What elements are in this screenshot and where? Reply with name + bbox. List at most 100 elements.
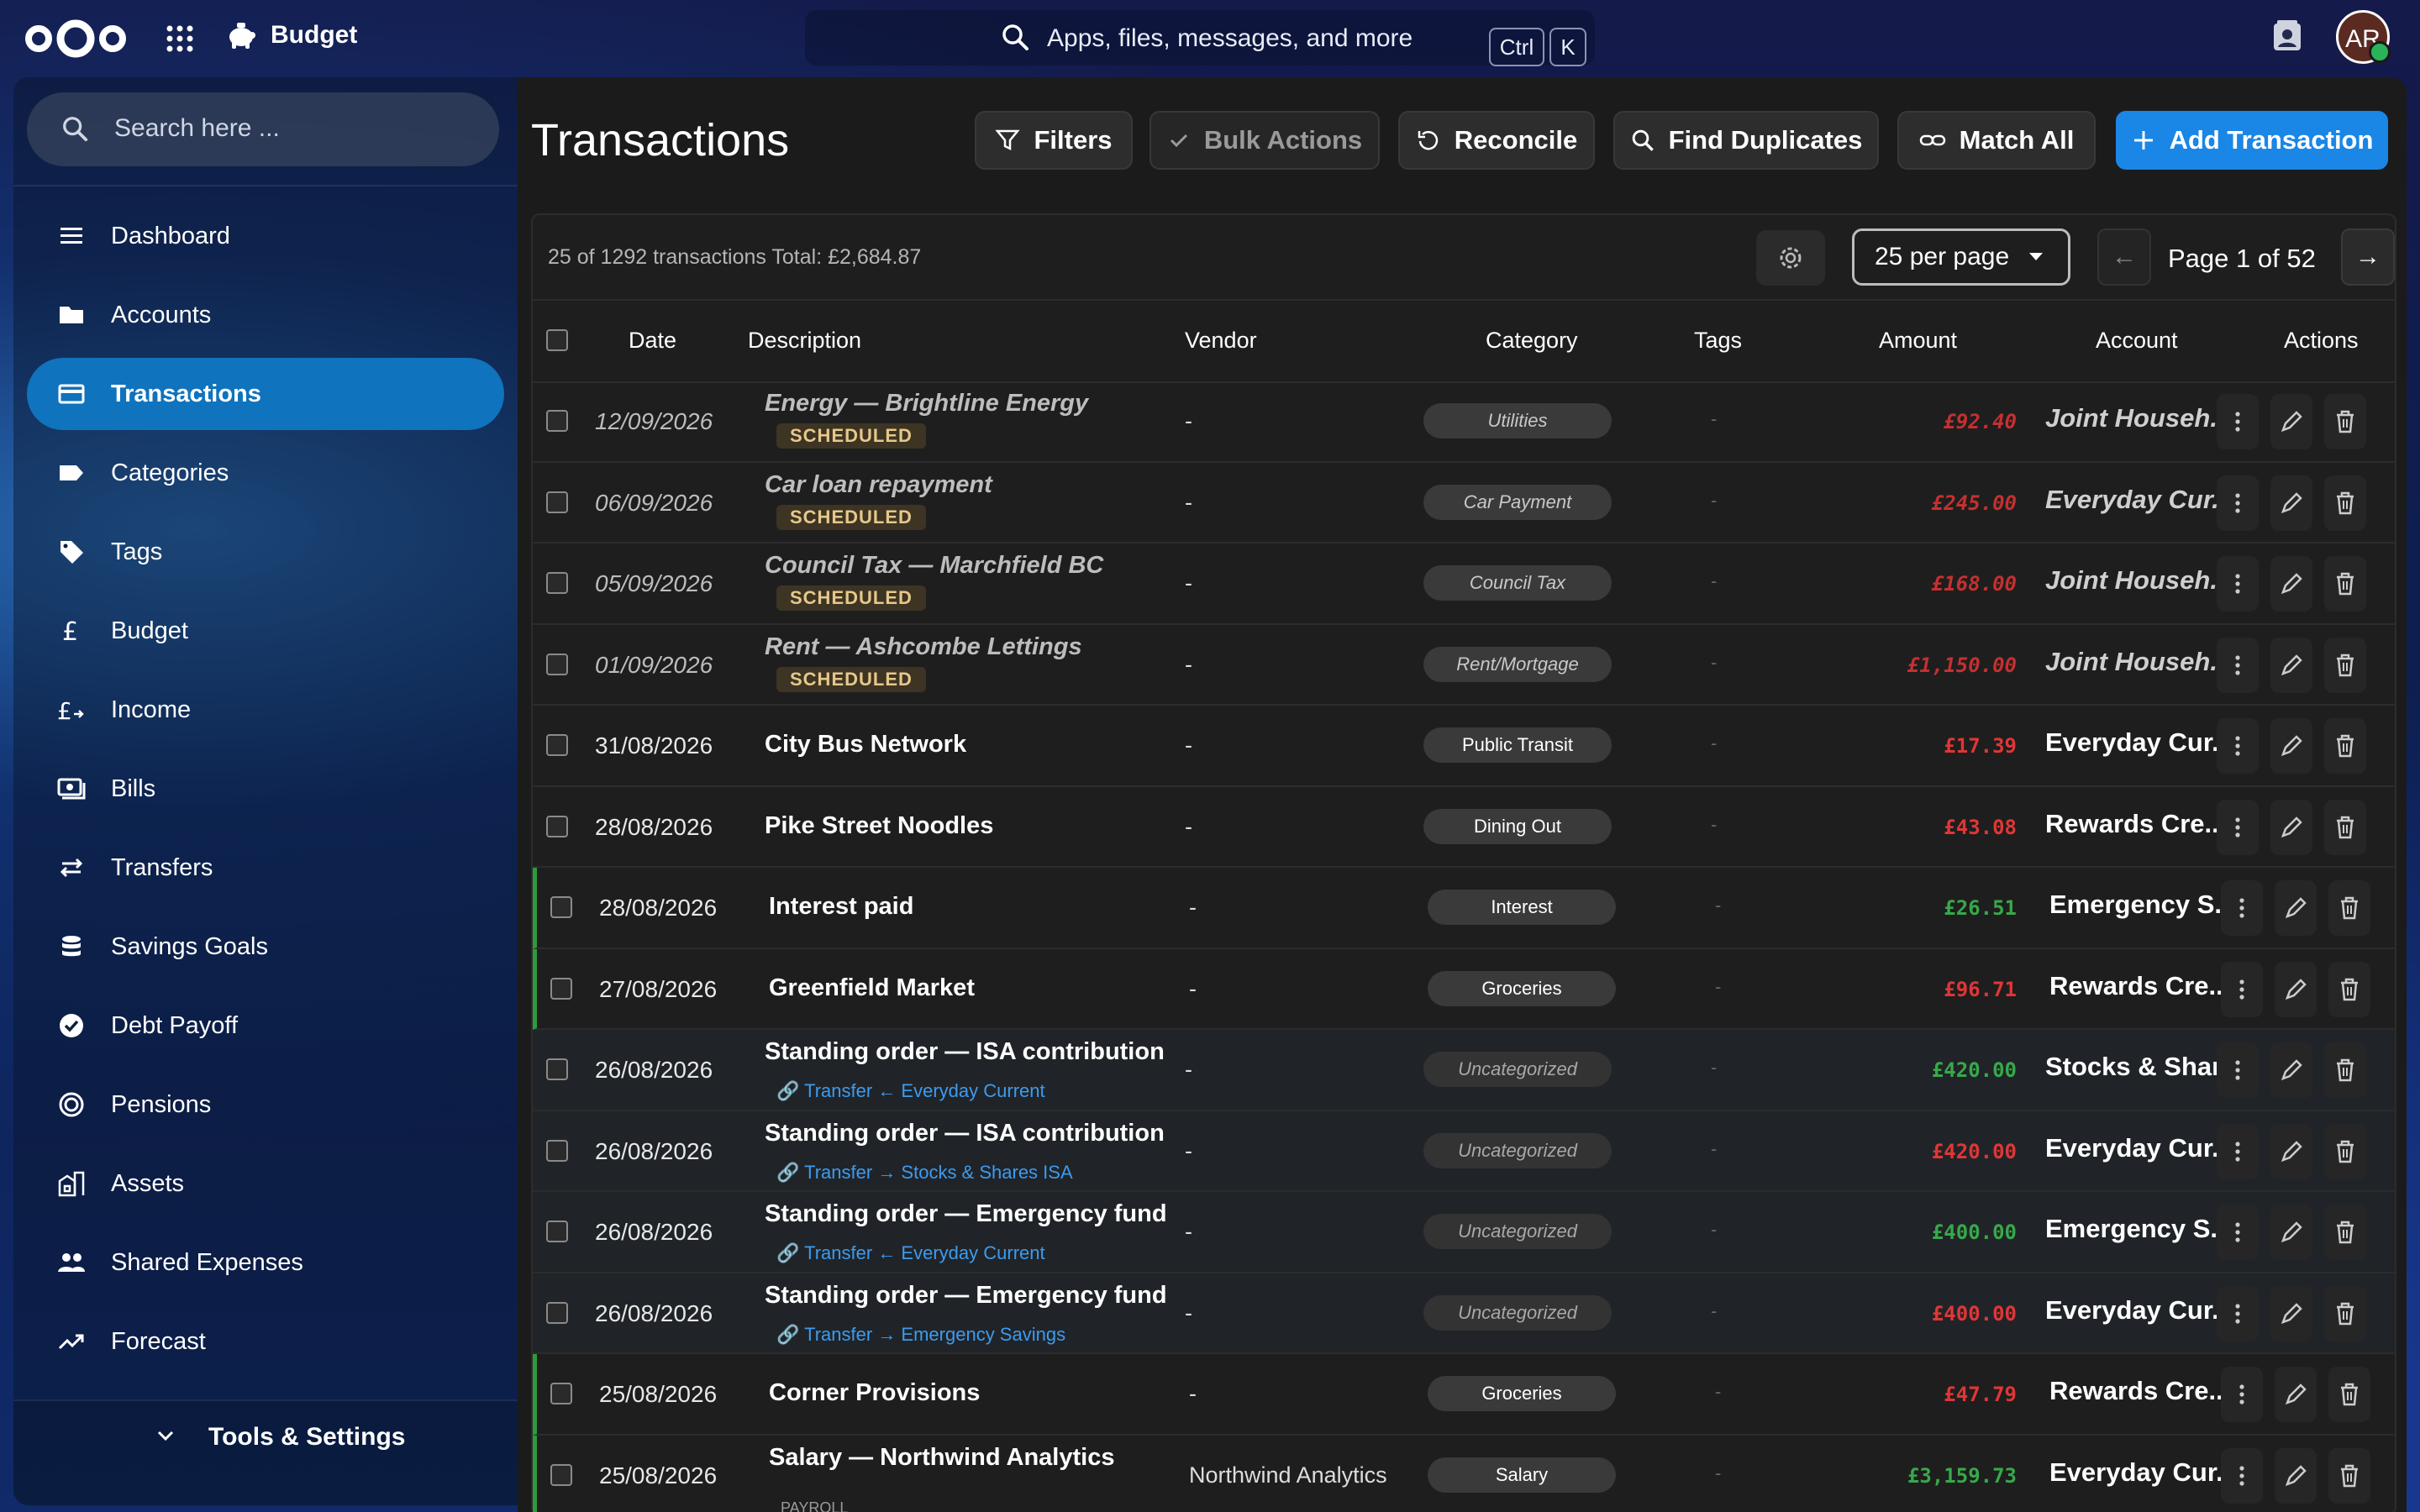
transfer-link[interactable]: 🔗 Transfer → Emergency Savings [776, 1324, 1065, 1346]
global-search-bar[interactable]: Apps, files, messages, and more Ctrl K [805, 10, 1595, 66]
edit-button[interactable] [2270, 637, 2312, 693]
table-row[interactable]: 25/08/2026 Corner Provisions - Groceries - £4… [533, 1354, 2395, 1436]
sidebar-item-budget[interactable]: £ Budget [27, 595, 504, 667]
edit-button[interactable] [2270, 799, 2312, 855]
more-options-button[interactable] [2221, 880, 2263, 936]
table-row[interactable]: 28/08/2026 Pike Street Noodles - Dining Out… [533, 787, 2395, 868]
edit-button[interactable] [2275, 961, 2317, 1017]
row-checkbox[interactable] [550, 896, 572, 918]
transfer-link[interactable]: 🔗 Transfer ← Everyday Current [776, 1080, 1045, 1102]
more-options-button[interactable] [2217, 556, 2259, 612]
row-description[interactable]: Standing order — Emergency fund [765, 1282, 1167, 1310]
category-pill[interactable]: Uncategorized [1423, 1132, 1612, 1168]
more-options-button[interactable] [2217, 718, 2259, 774]
table-row[interactable]: 01/09/2026 Rent — Ashcombe Lettings SCHEDU… [533, 625, 2395, 706]
table-row[interactable]: 26/08/2026 Standing order — Emergency fun… [533, 1192, 2395, 1273]
row-description[interactable]: Standing order — ISA contribution [765, 1120, 1165, 1147]
delete-button[interactable] [2328, 961, 2370, 1017]
category-pill[interactable]: Interest [1428, 890, 1616, 925]
row-checkbox[interactable] [546, 1221, 568, 1242]
edit-button[interactable] [2270, 394, 2312, 449]
column-vendor[interactable]: Vendor [1185, 328, 1257, 354]
row-checkbox[interactable] [546, 491, 568, 513]
app-title[interactable]: Budget [225, 20, 357, 50]
row-description[interactable]: Greenfield Market [769, 974, 975, 1002]
edit-button[interactable] [2270, 1285, 2312, 1341]
more-options-button[interactable] [2217, 394, 2259, 449]
column-tags[interactable]: Tags [1694, 328, 1742, 354]
delete-button[interactable] [2324, 799, 2366, 855]
delete-button[interactable] [2324, 1205, 2366, 1260]
edit-button[interactable] [2270, 718, 2312, 774]
user-avatar[interactable]: AR [2336, 10, 2391, 64]
column-amount[interactable]: Amount [1879, 328, 1957, 354]
previous-page-button[interactable]: ← [2097, 228, 2151, 286]
column-description[interactable]: Description [748, 328, 861, 354]
row-checkbox[interactable] [546, 653, 568, 675]
column-date[interactable]: Date [629, 328, 676, 354]
row-description[interactable]: Rent — Ashcombe Lettings [765, 633, 1082, 661]
row-checkbox[interactable] [546, 572, 568, 594]
sidebar-item-transactions[interactable]: Transactions [27, 358, 504, 430]
category-pill[interactable]: Uncategorized [1423, 1052, 1612, 1087]
category-pill[interactable]: Groceries [1428, 1376, 1616, 1411]
row-checkbox[interactable] [550, 1383, 572, 1404]
delete-button[interactable] [2328, 1447, 2370, 1504]
row-checkbox[interactable] [546, 1058, 568, 1080]
reconcile-button[interactable]: Reconcile [1398, 111, 1595, 170]
edit-button[interactable] [2270, 1042, 2312, 1098]
row-description[interactable]: Pike Street Noodles [765, 812, 993, 840]
row-checkbox[interactable] [546, 1301, 568, 1324]
row-description[interactable]: Interest paid [769, 893, 913, 921]
table-row[interactable]: 25/08/2026 Salary — Northwind Analytics PA… [533, 1435, 2395, 1512]
edit-button[interactable] [2270, 1205, 2312, 1260]
table-row[interactable]: 26/08/2026 Standing order — ISA contribut… [533, 1030, 2395, 1111]
more-options-button[interactable] [2221, 961, 2263, 1017]
sidebar-item-bills[interactable]: Bills [27, 753, 504, 825]
delete-button[interactable] [2324, 475, 2366, 531]
sidebar-item-debt-payoff[interactable]: Debt Payoff [27, 990, 504, 1062]
delete-button[interactable] [2328, 1367, 2370, 1422]
column-category[interactable]: Category [1486, 328, 1578, 354]
more-options-button[interactable] [2217, 1205, 2259, 1260]
per-page-select[interactable]: 25 per page [1852, 228, 2070, 286]
edit-button[interactable] [2275, 1447, 2317, 1504]
transfer-link[interactable]: 🔗 Transfer → Stocks & Shares ISA [776, 1162, 1073, 1184]
row-description[interactable]: Energy — Brightline Energy [765, 390, 1088, 417]
more-options-button[interactable] [2217, 475, 2259, 531]
app-grid-icon[interactable] [165, 24, 195, 54]
more-options-button[interactable] [2217, 1123, 2259, 1179]
next-page-button[interactable]: → [2341, 228, 2395, 286]
sidebar-item-savings-goals[interactable]: Savings Goals [27, 911, 504, 983]
sidebar-item-tags[interactable]: Tags [27, 516, 504, 588]
row-description[interactable]: Standing order — Emergency fund [765, 1200, 1167, 1228]
sidebar-item-shared-expenses[interactable]: Shared Expenses [27, 1226, 504, 1299]
category-pill[interactable]: Car Payment [1423, 484, 1612, 520]
add-transaction-button[interactable]: Add Transaction [2116, 111, 2388, 170]
bulk-actions-button[interactable]: Bulk Actions [1150, 111, 1380, 170]
sidebar-item-income[interactable]: £ Income [27, 674, 504, 746]
table-row[interactable]: 28/08/2026 Interest paid - Interest - £26.51 E… [533, 868, 2395, 949]
sidebar-item-accounts[interactable]: Accounts [27, 279, 504, 351]
row-checkbox[interactable] [546, 410, 568, 432]
category-pill[interactable]: Groceries [1428, 970, 1616, 1006]
table-row[interactable]: 12/09/2026 Energy — Brightline Energy SCHE… [533, 381, 2395, 463]
row-description[interactable]: Council Tax — Marchfield BC [765, 552, 1103, 580]
row-description[interactable]: Salary — Northwind Analytics [769, 1444, 1114, 1472]
more-options-button[interactable] [2221, 1447, 2263, 1504]
contacts-icon[interactable] [2270, 20, 2304, 54]
category-pill[interactable]: Uncategorized [1423, 1214, 1612, 1249]
sidebar-item-dashboard[interactable]: Dashboard [27, 200, 504, 272]
delete-button[interactable] [2324, 637, 2366, 693]
delete-button[interactable] [2328, 880, 2370, 936]
row-description[interactable]: Standing order — ISA contribution [765, 1038, 1165, 1066]
table-row[interactable]: 06/09/2026 Car loan repayment SCHEDULED - Ca… [533, 463, 2395, 543]
sidebar-item-categories[interactable]: Categories [27, 437, 504, 509]
sidebar-item-assets[interactable]: Assets [27, 1147, 504, 1220]
table-row[interactable]: 05/09/2026 Council Tax — Marchfield BC SCH… [533, 543, 2395, 625]
more-options-button[interactable] [2217, 799, 2259, 855]
category-pill[interactable]: Dining Out [1423, 808, 1612, 844]
sidebar-item-forecast[interactable]: Forecast [27, 1305, 504, 1378]
row-checkbox[interactable] [550, 977, 572, 1000]
category-pill[interactable]: Uncategorized [1423, 1294, 1612, 1331]
